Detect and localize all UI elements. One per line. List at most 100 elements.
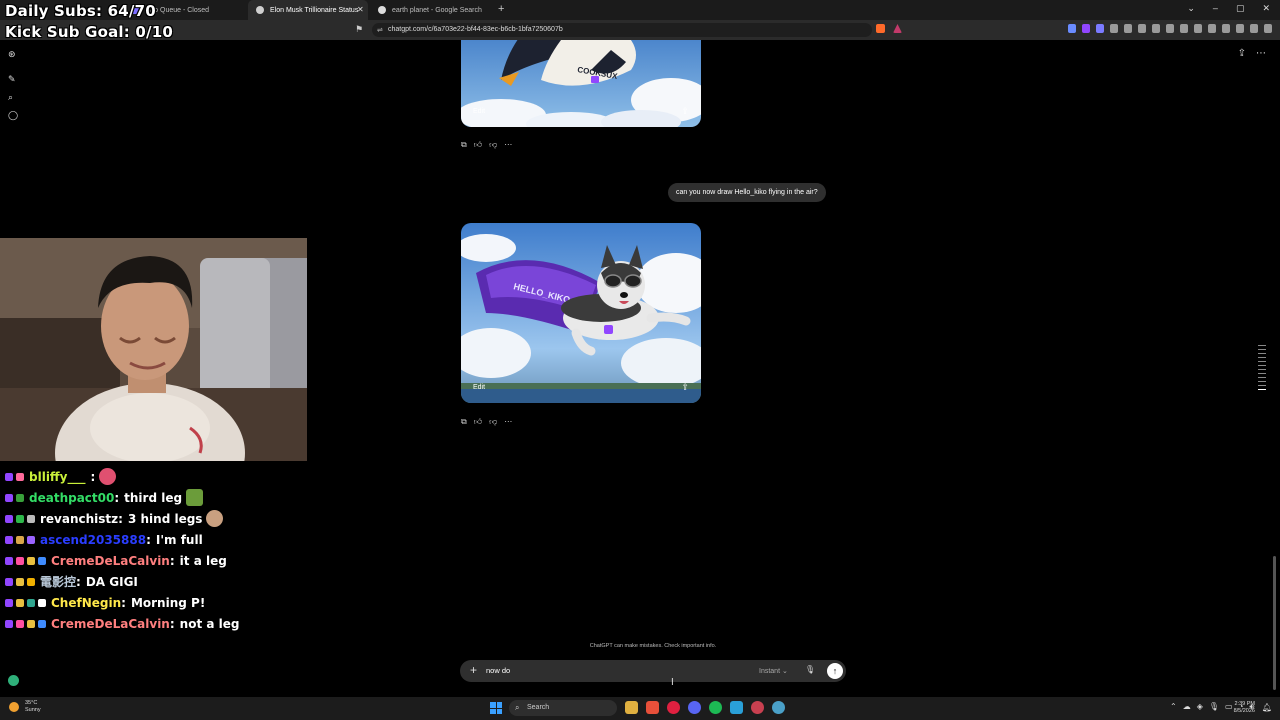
brave-browser-icon[interactable] [646, 701, 659, 714]
brave-shield-icon[interactable] [876, 24, 885, 33]
chats-icon[interactable]: ◯ [8, 110, 18, 120]
tab-elon-musk[interactable]: Elon Musk Trillionaire Status [248, 0, 368, 20]
send-button[interactable]: ↑ [827, 663, 843, 679]
extension-icon[interactable] [1152, 24, 1160, 33]
chat-username[interactable]: deathpact00 [29, 491, 114, 505]
thumbs-down-icon[interactable]: 👎︎ [489, 140, 497, 150]
more-actions-icon[interactable]: ⋯ [504, 140, 512, 150]
url-bar[interactable]: ⇌ chatgpt.com/c/6a703e22-bf44-83ec-b6cb-… [372, 23, 872, 37]
more-actions-icon[interactable]: ⋯ [504, 417, 512, 427]
chat-username[interactable]: 電影控 [40, 573, 76, 590]
response-actions: ⧉ 👍︎ 👎︎ ⋯ [461, 140, 512, 150]
thumbs-up-icon[interactable]: 👍︎ [474, 417, 482, 427]
generated-image-husky[interactable]: HELLO_KIKO Edit ⇪ [461, 223, 701, 403]
wallet-icon[interactable] [1208, 24, 1216, 33]
app-icon[interactable] [772, 701, 785, 714]
microphone-icon[interactable]: 🎙︎ [805, 665, 815, 674]
spotify-icon[interactable] [709, 701, 722, 714]
generated-image-penguin[interactable]: COOKSUX Edit ⇪ [461, 40, 701, 127]
chat-username[interactable]: blliffy___ [29, 470, 85, 484]
image-share-icon[interactable]: ⇪ [681, 106, 689, 117]
chat-colon: : [121, 595, 126, 610]
chat-status-icon[interactable] [8, 675, 19, 686]
profile-icon[interactable] [1222, 24, 1230, 33]
chatgpt-logo-icon[interactable]: ⊛ [8, 49, 18, 59]
shield-icon[interactable] [1236, 24, 1244, 33]
model-label: Instant [759, 668, 781, 675]
chat-username[interactable]: CremeDeLaCalvin [51, 617, 170, 631]
copy-icon[interactable]: ⧉ [461, 140, 467, 150]
cloud-icon[interactable]: ☁ [1183, 702, 1191, 712]
extension-icon[interactable] [1082, 24, 1090, 33]
new-chat-icon[interactable]: ✎ [8, 74, 18, 84]
extension-icon[interactable] [1124, 24, 1132, 33]
image-edit-button[interactable]: Edit [473, 384, 485, 391]
obs-icon[interactable] [751, 701, 764, 714]
windows-start-icon[interactable] [490, 702, 502, 714]
more-options-icon[interactable]: ⋯ [1256, 48, 1266, 59]
search-icon: ⌕ [515, 703, 520, 712]
chat-text: 3 hind legs [127, 511, 203, 526]
extension-icon[interactable] [1138, 24, 1146, 33]
thumbs-down-icon[interactable]: 👎︎ [489, 417, 497, 427]
platform-badge-icon [5, 598, 13, 607]
sidebar-icon[interactable] [1194, 24, 1202, 33]
minimize-icon[interactable]: – [1213, 3, 1218, 14]
chat-text: : [90, 469, 96, 484]
file-explorer-icon[interactable] [625, 701, 638, 714]
chat-colon: : [114, 490, 120, 505]
menu-icon[interactable] [1264, 24, 1272, 33]
message-composer: + Instant ⌄ 🎙︎ ↑ [460, 660, 846, 682]
weather-widget[interactable]: 35°C Sunny [9, 700, 41, 714]
chat-message: ascend2035888: I'm full [5, 529, 305, 550]
thumbs-up-icon[interactable]: 👍︎ [474, 140, 482, 150]
extension-icon[interactable] [1096, 24, 1104, 33]
new-tab-button[interactable]: + [498, 3, 504, 15]
taskbar-clock[interactable]: 2:39 PM 8/5/2026 [1234, 701, 1255, 715]
gift-badge-icon [27, 535, 35, 544]
vpn-icon[interactable] [1250, 24, 1258, 33]
scroll-minimap[interactable] [1258, 345, 1266, 393]
image-edit-button[interactable]: Edit [473, 108, 485, 115]
chat-username[interactable]: ascend2035888 [40, 533, 146, 547]
notifications-icon[interactable]: 🔔︎ [1262, 703, 1272, 712]
close-window-icon[interactable]: ✕ [1262, 3, 1270, 14]
penguin-image: COOKSUX [461, 40, 701, 127]
maximize-icon[interactable]: ▢ [1236, 3, 1245, 14]
taskbar-search[interactable]: ⌕ Search [509, 700, 617, 716]
opera-icon[interactable] [667, 701, 680, 714]
copy-icon[interactable]: ⧉ [461, 417, 467, 427]
model-selector[interactable]: Instant ⌄ [759, 667, 788, 675]
monitor-icon[interactable]: ▭ [1225, 702, 1233, 712]
discord-icon[interactable] [688, 701, 701, 714]
window-controls: ⌄ – ▢ ✕ [1187, 3, 1270, 14]
chat-username[interactable]: ChefNegin [51, 596, 121, 610]
streamer-camera-image [0, 238, 307, 461]
chevron-down-icon: ⌄ [781, 668, 788, 675]
extension-icon[interactable] [1068, 24, 1076, 33]
extension-icon[interactable] [1166, 24, 1174, 33]
prompt-input[interactable] [486, 666, 736, 675]
tab-search-icon[interactable]: ⌄ [1187, 3, 1195, 14]
extension-icon[interactable] [1110, 24, 1118, 33]
security-icon[interactable]: ◈ [1197, 702, 1203, 712]
site-info-icon[interactable]: ⇌ [377, 26, 383, 34]
platform-badge-icon [5, 535, 13, 544]
close-tab-icon[interactable]: ✕ [357, 5, 364, 14]
extension-icon[interactable] [1180, 24, 1188, 33]
chat-text: not a leg [179, 616, 240, 631]
chat-username[interactable]: revanchistz [40, 512, 118, 526]
bookmark-icon[interactable]: ⚑ [355, 24, 363, 35]
tab-earth-planet[interactable]: earth planet - Google Search [370, 0, 494, 20]
platform-badge-icon [5, 514, 13, 523]
share-icon[interactable]: ⇪ [1238, 48, 1246, 59]
search-icon[interactable]: ⌕ [8, 92, 18, 102]
chevron-up-icon[interactable]: ⌃ [1170, 702, 1177, 712]
image-share-icon[interactable]: ⇪ [681, 382, 689, 393]
brave-rewards-icon[interactable] [893, 24, 902, 33]
telegram-icon[interactable] [730, 701, 743, 714]
add-attachment-icon[interactable]: + [470, 663, 477, 677]
chat-username[interactable]: CremeDeLaCalvin [51, 554, 170, 568]
microphone-icon[interactable]: 🎙︎ [1209, 702, 1219, 712]
scrollbar-thumb[interactable] [1273, 556, 1276, 690]
